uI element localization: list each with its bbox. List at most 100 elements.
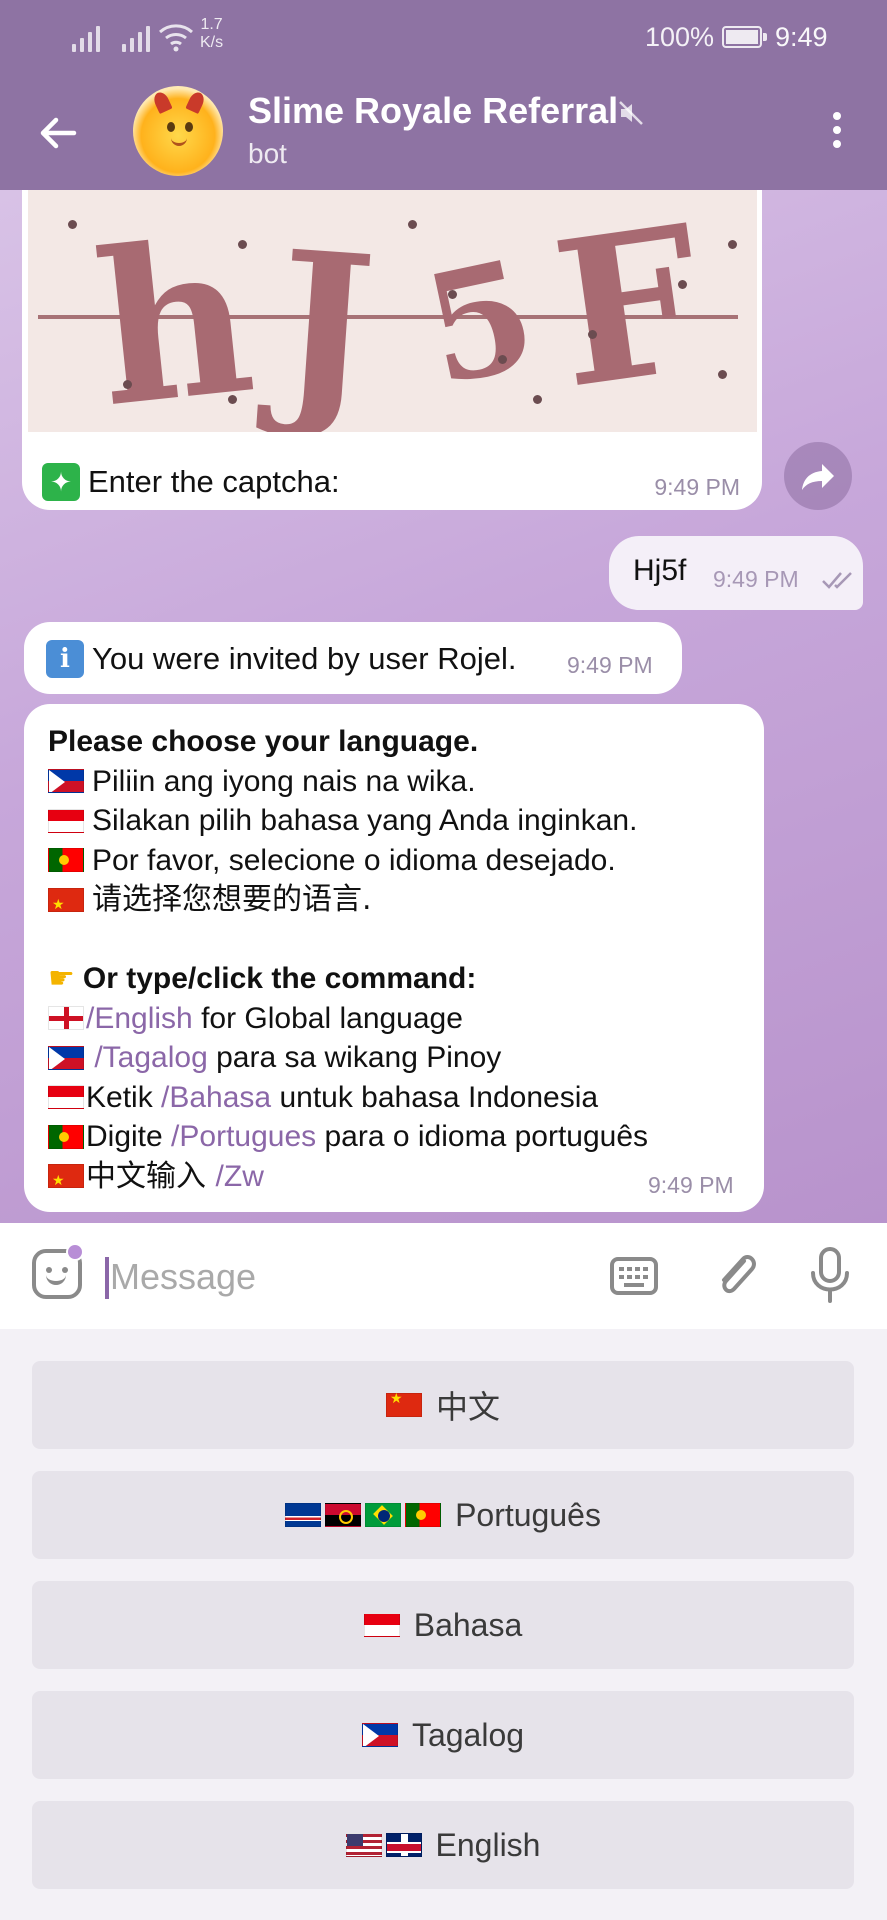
- philippines-flag-icon: [48, 769, 84, 794]
- command-english-link[interactable]: /English: [86, 999, 193, 1039]
- china-flag-icon: [385, 1390, 422, 1417]
- command-suffix: for Global language: [192, 1001, 463, 1035]
- captcha-char: F: [542, 190, 716, 432]
- translation-line: Por favor, selecione o idioma desejado.: [48, 841, 752, 881]
- captcha-char: h: [85, 192, 264, 432]
- chat-title[interactable]: Slime Royale Referral: [248, 90, 618, 132]
- china-flag-icon: [48, 885, 84, 924]
- button-label: Tagalog: [411, 1716, 525, 1753]
- status-bar: 1.7 K/s 100% 9:49: [0, 0, 887, 72]
- chat-area[interactable]: h J 5 F ✦ Enter the captcha: 9:49 PM Hj5…: [0, 190, 887, 1223]
- button-label: English: [435, 1826, 541, 1863]
- double-check-icon: [822, 572, 852, 589]
- chat-subtitle: bot: [248, 138, 287, 169]
- keyboard-button-portuguese[interactable]: Português: [32, 1471, 854, 1559]
- battery-icon: [722, 26, 767, 48]
- translation-line: Silakan pilih bahasa yang Anda inginkan.: [48, 801, 752, 841]
- keyboard-button-chinese[interactable]: 中文: [32, 1361, 854, 1449]
- translation-text: Piliin ang iyong nais na wika.: [92, 764, 476, 798]
- sparkle-icon: ✦: [42, 463, 80, 501]
- paperclip-icon[interactable]: [712, 1247, 760, 1303]
- indonesia-flag-icon: [363, 1613, 400, 1637]
- pointing-hand-icon: ☛: [48, 962, 75, 995]
- button-label: 中文: [435, 1388, 500, 1426]
- brazil-flag-icon: [365, 1503, 402, 1527]
- signal-icon: [72, 22, 100, 52]
- captcha-char: 5: [410, 226, 550, 420]
- signal-icon: [122, 22, 150, 52]
- keyboard-button-bahasa[interactable]: Bahasa: [32, 1581, 854, 1669]
- command-suffix: para sa wikang Pinoy: [207, 1041, 502, 1074]
- cape-verde-flag-icon: [285, 1503, 322, 1527]
- invited-message: i You were invited by user Rojel. 9:49 P…: [24, 622, 682, 694]
- china-flag-icon: [48, 1161, 84, 1201]
- command-portugues-link[interactable]: /Portugues: [171, 1117, 316, 1157]
- info-icon: i: [46, 640, 84, 678]
- network-speed-unit: K/s: [200, 34, 224, 51]
- command-bahasa-link[interactable]: /Bahasa: [161, 1078, 271, 1118]
- outgoing-message: Hj5f 9:49 PM: [609, 536, 863, 610]
- wifi-icon: [159, 24, 193, 52]
- message-text: You were invited by user Rojel.: [92, 641, 517, 676]
- captcha-char: J: [269, 206, 381, 432]
- message-time: 9:49 PM: [713, 566, 799, 592]
- captcha-caption-text: Enter the captcha:: [88, 464, 340, 499]
- uk-flag-icon: [385, 1833, 422, 1857]
- more-vertical-icon[interactable]: [825, 112, 849, 152]
- translation-line: 请选择您想要的语言.: [48, 880, 752, 924]
- command-prefix: Ketik: [86, 1080, 162, 1114]
- message-time: 9:49 PM: [567, 652, 653, 678]
- command-suffix: untuk bahasa Indonesia: [271, 1080, 599, 1114]
- keyboard-button-tagalog[interactable]: Tagalog: [32, 1691, 854, 1779]
- keyboard-button-english[interactable]: English: [32, 1801, 854, 1889]
- command-line: /English for Global language: [48, 999, 752, 1039]
- forward-icon[interactable]: [784, 442, 852, 510]
- notification-dot: [66, 1243, 84, 1261]
- command-line: Ketik /Bahasa untuk bahasa Indonesia: [48, 1078, 752, 1118]
- portugal-flag-icon: [405, 1503, 442, 1527]
- microphone-icon[interactable]: [808, 1245, 852, 1305]
- status-time: 9:49: [775, 22, 828, 52]
- command-line: Digite /Portugues para o idioma portuguê…: [48, 1117, 752, 1157]
- philippines-flag-icon: [361, 1723, 398, 1747]
- button-label: Português: [455, 1496, 601, 1533]
- portugal-flag-icon: [48, 848, 84, 873]
- captcha-message: h J 5 F ✦ Enter the captcha: 9:49 PM: [22, 190, 762, 510]
- translation-text: 请选择您想要的语言.: [92, 882, 372, 917]
- command-zw-link[interactable]: /Zw: [216, 1157, 264, 1197]
- translation-text: Por favor, selecione o idioma desejado.: [92, 843, 616, 877]
- philippines-flag-icon: [48, 1045, 84, 1070]
- text-cursor: [105, 1257, 109, 1299]
- captcha-caption: ✦ Enter the captcha:: [42, 463, 340, 501]
- reply-keyboard: 中文 Português Bahasa Tagalog English: [0, 1329, 887, 1920]
- usa-flag-icon: [345, 1833, 382, 1857]
- indonesia-flag-icon: [48, 808, 84, 833]
- captcha-image: h J 5 F: [28, 190, 757, 432]
- message-time: 9:49 PM: [648, 1172, 734, 1198]
- app-header: 1.7 K/s 100% 9:49 Slime Royale Referral …: [0, 0, 887, 190]
- angola-flag-icon: [325, 1503, 362, 1527]
- command-line: /Tagalog para sa wikang Pinoy: [48, 1038, 752, 1078]
- language-prompt-message: Please choose your language. Piliin ang …: [24, 704, 764, 1212]
- command-prefix: 中文输入: [86, 1158, 216, 1194]
- message-input[interactable]: [110, 1251, 570, 1303]
- message-time: 9:49 PM: [654, 474, 740, 500]
- network-speed: 1.7 K/s: [200, 16, 223, 52]
- command-prefix: Digite: [86, 1120, 172, 1153]
- muted-speaker-icon: [619, 101, 643, 125]
- command-line: 中文输入 /Zw: [48, 1157, 752, 1201]
- message-text: Hj5f: [633, 554, 687, 587]
- command-suffix: para o idioma português: [316, 1120, 649, 1153]
- keyboard-icon[interactable]: [610, 1257, 658, 1295]
- portugal-flag-icon: [48, 1124, 84, 1149]
- command-prefix: [86, 1038, 94, 1078]
- avatar[interactable]: [133, 86, 223, 176]
- command-tagalog-link[interactable]: /Tagalog: [94, 1038, 207, 1078]
- network-speed-value: 1.7: [200, 16, 223, 33]
- back-arrow-icon[interactable]: [30, 105, 86, 161]
- battery-percent: 100%: [645, 22, 715, 52]
- indonesia-flag-icon: [48, 1085, 84, 1110]
- translation-line: Piliin ang iyong nais na wika.: [48, 762, 752, 802]
- language-heading: Please choose your language.: [48, 725, 479, 758]
- translation-text: Silakan pilih bahasa yang Anda inginkan.: [92, 804, 638, 837]
